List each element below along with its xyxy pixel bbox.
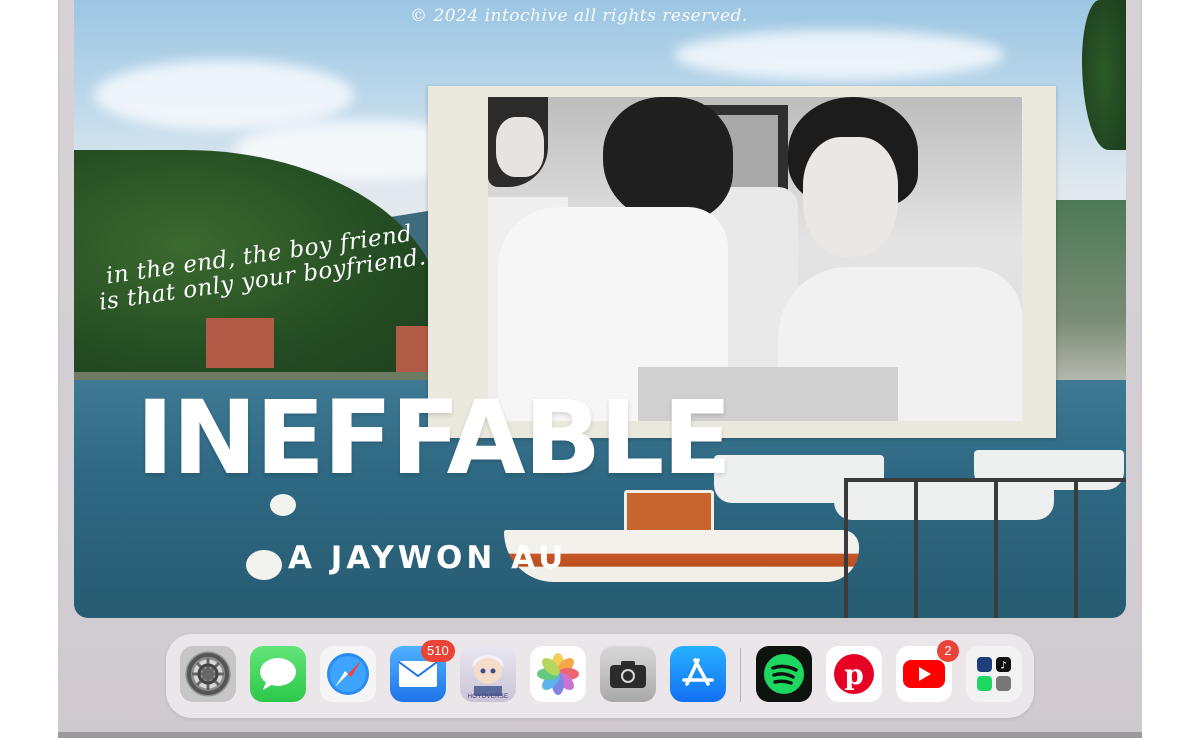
pinterest-app[interactable]: p bbox=[826, 646, 882, 702]
gear-icon bbox=[180, 646, 236, 702]
compass-icon bbox=[320, 646, 376, 702]
camera-icon bbox=[600, 646, 656, 702]
pier-railing bbox=[844, 470, 1126, 618]
speech-bubble-icon bbox=[250, 646, 306, 702]
svg-text:♪: ♪ bbox=[1000, 661, 1006, 672]
camera-app[interactable] bbox=[600, 646, 656, 702]
folder-icon: ♪ bbox=[966, 646, 1022, 702]
settings-app[interactable] bbox=[180, 646, 236, 702]
spotify-app[interactable] bbox=[756, 646, 812, 702]
safari-app[interactable] bbox=[320, 646, 376, 702]
cloud bbox=[674, 30, 1004, 80]
app-store-app[interactable] bbox=[670, 646, 726, 702]
app-store-icon bbox=[670, 646, 726, 702]
device-edge bbox=[58, 732, 1142, 738]
title-text: INEFFABLE bbox=[136, 379, 732, 498]
black-and-white-photo bbox=[488, 97, 1022, 421]
messages-app[interactable] bbox=[250, 646, 306, 702]
mail-badge: 510 bbox=[421, 640, 455, 662]
app-label: HOYOVERSE bbox=[467, 694, 509, 700]
spotify-icon bbox=[756, 646, 812, 702]
svg-text:p: p bbox=[844, 658, 864, 691]
cloud bbox=[94, 60, 354, 130]
genshin-impact-app[interactable]: HOYOVERSE bbox=[460, 646, 516, 702]
pinterest-icon: p bbox=[826, 646, 882, 702]
youtube-badge: 2 bbox=[937, 640, 959, 662]
copyright-text: © 2024 intochive all rights reserved. bbox=[410, 6, 748, 26]
villa bbox=[206, 318, 274, 368]
photos-app[interactable] bbox=[530, 646, 586, 702]
buoy bbox=[246, 550, 282, 580]
subtitle-text: A JAYWON AU bbox=[288, 540, 568, 576]
harbor-shore bbox=[1054, 200, 1126, 400]
app-folder[interactable]: ♪ bbox=[966, 646, 1022, 702]
flower-icon bbox=[530, 646, 586, 702]
dock-divider bbox=[740, 648, 741, 702]
